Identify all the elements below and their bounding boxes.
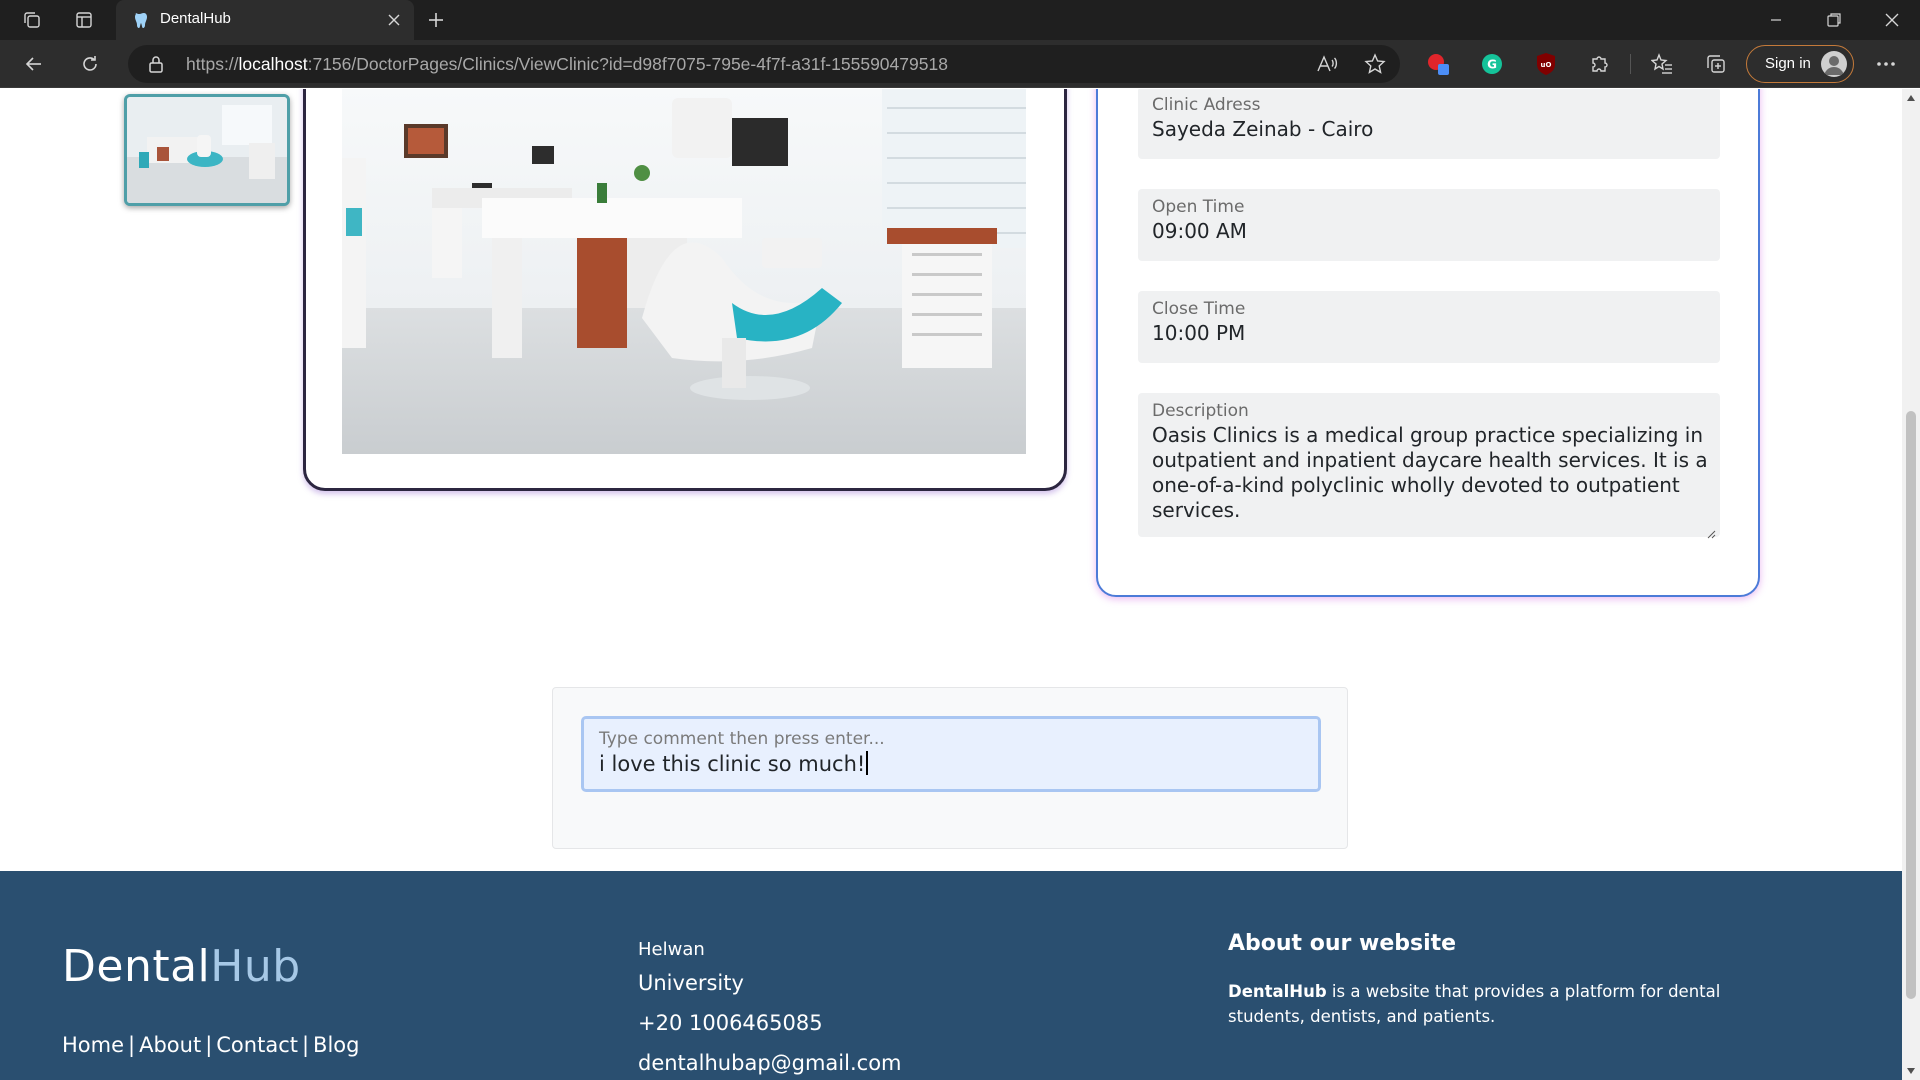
extensions-puzzle-icon[interactable] bbox=[1586, 50, 1614, 78]
extension-red-icon[interactable] bbox=[1424, 50, 1452, 78]
footer-logo[interactable]: DentalHub bbox=[62, 941, 301, 992]
link-separator: | bbox=[301, 1033, 310, 1057]
scroll-up-icon[interactable] bbox=[1905, 92, 1917, 104]
page-viewport: Clinic Adress Sayeda Zeinab - Cairo Open… bbox=[0, 89, 1902, 1080]
footer-link-about[interactable]: About bbox=[139, 1033, 201, 1057]
comment-section: Type comment then press enter... i love … bbox=[552, 687, 1348, 849]
page-scrollbar[interactable] bbox=[1902, 89, 1920, 1080]
description-value: Oasis Clinics is a medical group practic… bbox=[1152, 423, 1708, 522]
clinic-address-label: Clinic Adress bbox=[1152, 95, 1261, 115]
grammarly-icon[interactable]: G bbox=[1478, 50, 1506, 78]
lock-icon[interactable] bbox=[146, 54, 166, 74]
footer-phone: +20 1006465085 bbox=[638, 1011, 823, 1035]
footer-link-home[interactable]: Home bbox=[62, 1033, 124, 1057]
browser-toolbar: https://localhost:7156/DoctorPages/Clini… bbox=[0, 40, 1920, 88]
link-separator: | bbox=[128, 1033, 136, 1057]
workspaces-icon[interactable] bbox=[16, 6, 48, 34]
read-aloud-icon[interactable] bbox=[1314, 52, 1340, 76]
tab-title: DentalHub bbox=[160, 10, 231, 27]
footer-links: Home | About | Contact | Blog bbox=[62, 1033, 359, 1057]
close-time-value: 10:00 PM bbox=[1152, 321, 1246, 345]
new-tab-icon[interactable] bbox=[420, 6, 452, 34]
about-text: DentalHub is a website that provides a p… bbox=[1228, 979, 1748, 1029]
footer-university: University bbox=[638, 971, 744, 995]
scroll-down-icon[interactable] bbox=[1905, 1065, 1917, 1077]
close-tab-icon[interactable] bbox=[382, 8, 406, 32]
close-time-field: Close Time 10:00 PM bbox=[1138, 291, 1720, 363]
clinic-info-card: Clinic Adress Sayeda Zeinab - Cairo Open… bbox=[1096, 89, 1760, 597]
comment-text[interactable]: i love this clinic so much! bbox=[599, 751, 868, 776]
clinic-address-field: Clinic Adress Sayeda Zeinab - Cairo bbox=[1138, 89, 1720, 159]
address-bar[interactable]: https://localhost:7156/DoctorPages/Clini… bbox=[128, 45, 1400, 83]
back-arrow-icon[interactable] bbox=[16, 48, 52, 80]
footer-city: Helwan bbox=[638, 939, 705, 960]
open-time-value: 09:00 AM bbox=[1152, 219, 1247, 243]
text-caret bbox=[866, 751, 868, 775]
description-label: Description bbox=[1152, 401, 1249, 421]
clinic-address-value: Sayeda Zeinab - Cairo bbox=[1152, 117, 1374, 141]
tab-actions-icon[interactable] bbox=[68, 6, 100, 34]
footer-link-blog[interactable]: Blog bbox=[313, 1033, 359, 1057]
svg-text:uO: uO bbox=[1541, 61, 1552, 69]
favorites-list-icon[interactable] bbox=[1648, 50, 1676, 78]
clinic-image-card bbox=[303, 89, 1067, 491]
close-time-label: Close Time bbox=[1152, 299, 1246, 319]
clinic-thumbnail[interactable] bbox=[124, 94, 290, 206]
tab-dentalhub[interactable]: DentalHub bbox=[116, 0, 414, 40]
browser-titlebar: DentalHub bbox=[0, 0, 1920, 40]
restore-icon[interactable] bbox=[1806, 0, 1862, 40]
comment-placeholder: Type comment then press enter... bbox=[599, 729, 885, 749]
more-options-icon[interactable] bbox=[1872, 50, 1900, 78]
about-title: About our website bbox=[1228, 931, 1457, 956]
refresh-icon[interactable] bbox=[72, 48, 108, 80]
sign-in-label: Sign in bbox=[1765, 55, 1811, 72]
collections-icon[interactable] bbox=[1702, 50, 1730, 78]
site-footer: DentalHub Home | About | Contact | Blog Helwan… bbox=[0, 871, 1902, 1080]
ublock-icon[interactable]: uO bbox=[1532, 50, 1560, 78]
tooth-icon bbox=[130, 11, 148, 29]
comment-input[interactable]: Type comment then press enter... i love … bbox=[581, 716, 1321, 792]
minimize-icon[interactable] bbox=[1748, 0, 1804, 40]
clinic-photo bbox=[342, 89, 1026, 454]
url-text[interactable]: https://localhost:7156/DoctorPages/Clini… bbox=[186, 54, 948, 75]
profile-avatar-icon bbox=[1821, 51, 1847, 77]
resize-handle-icon[interactable] bbox=[1706, 524, 1716, 539]
svg-text:G: G bbox=[1487, 58, 1497, 72]
footer-link-contact[interactable]: Contact bbox=[216, 1033, 298, 1057]
about-brand: DentalHub bbox=[1228, 982, 1327, 1001]
description-field[interactable]: Description Oasis Clinics is a medical g… bbox=[1138, 393, 1720, 539]
toolbar-divider bbox=[1630, 54, 1631, 74]
open-time-field: Open Time 09:00 AM bbox=[1138, 189, 1720, 261]
open-time-label: Open Time bbox=[1152, 197, 1245, 217]
scrollbar-thumb[interactable] bbox=[1906, 411, 1916, 999]
sign-in-button[interactable]: Sign in bbox=[1746, 45, 1854, 83]
footer-email[interactable]: dentalhubap@gmail.com bbox=[638, 1051, 902, 1075]
link-separator: | bbox=[205, 1033, 213, 1057]
favorite-star-icon[interactable] bbox=[1362, 52, 1388, 76]
close-window-icon[interactable] bbox=[1864, 0, 1920, 40]
